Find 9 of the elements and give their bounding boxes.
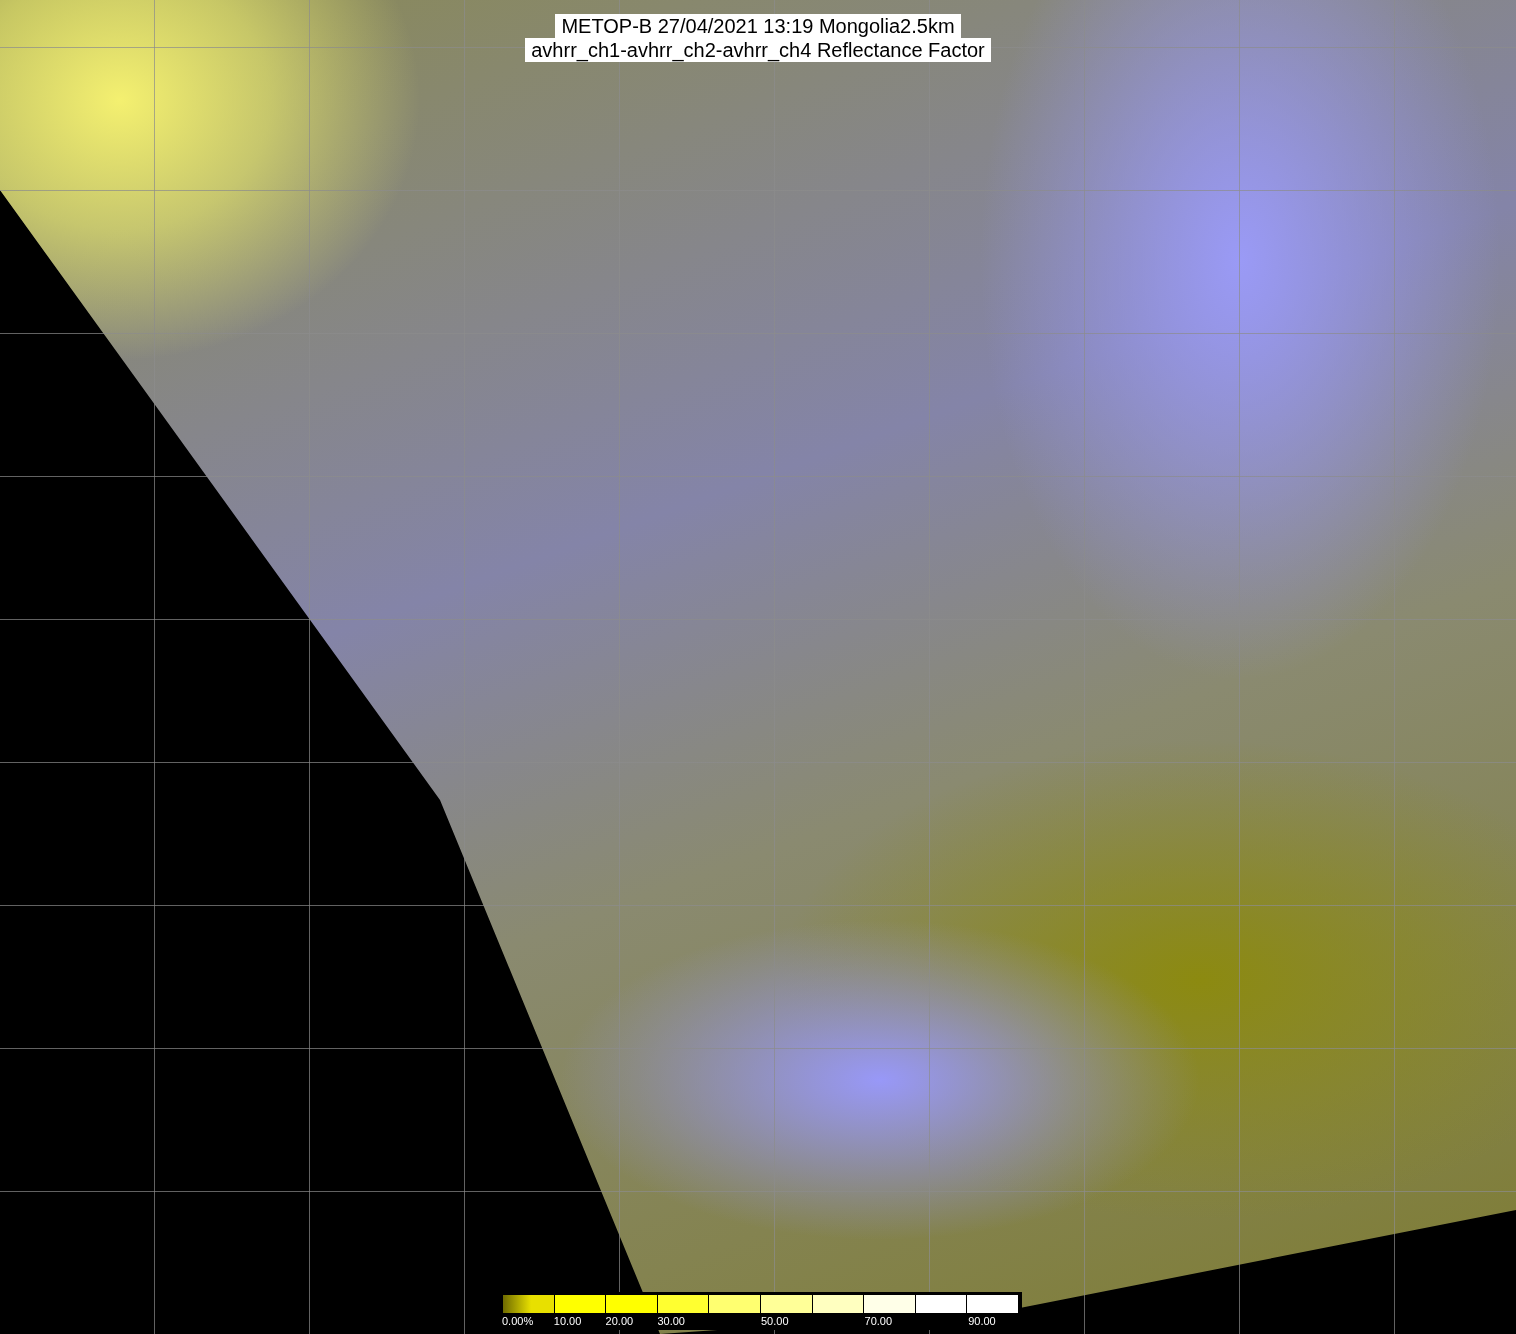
scale-label: 20.00: [605, 1314, 634, 1328]
scale-label: 70.00: [864, 1314, 893, 1328]
scale-label: 30.00: [657, 1314, 685, 1328]
map-title: METOP-B 27/04/2021 13:19 Mongolia2.5km: [555, 14, 961, 38]
scale-label: 90.00: [968, 1314, 996, 1328]
map-title: avhrr_ch1-avhrr_ch2-avhrr_ch4 Reflectance Factor: [525, 38, 991, 62]
scale-label: 50.00: [761, 1314, 789, 1328]
scale-label: 10.00: [553, 1314, 582, 1328]
scale-label: 0.00%: [502, 1314, 534, 1328]
